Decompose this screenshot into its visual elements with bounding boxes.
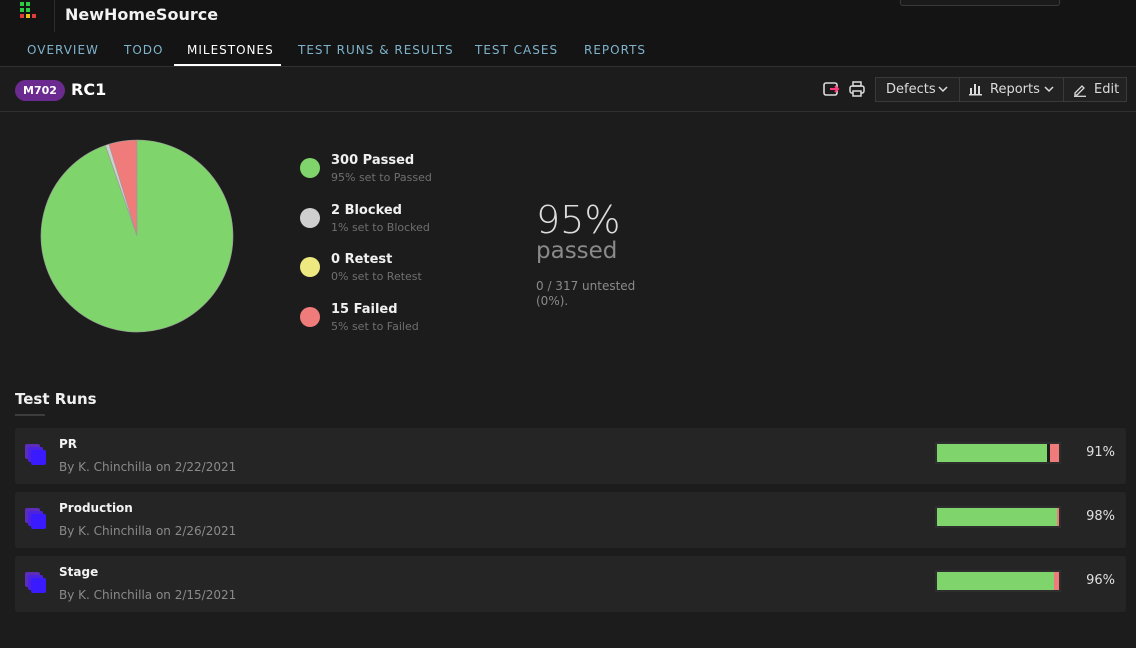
pencil-icon xyxy=(1074,85,1086,97)
milestone-actions: Defects Reports Edit xyxy=(875,77,1127,102)
active-tab-indicator xyxy=(174,64,281,66)
milestone-name: RC1 xyxy=(71,80,107,99)
main-nav: OVERVIEW TODO MILESTONES TEST RUNS & RES… xyxy=(0,32,1136,67)
print-icon[interactable] xyxy=(848,80,866,98)
heading-underline xyxy=(15,414,45,416)
test-run-name[interactable]: Stage xyxy=(59,565,98,579)
legend-title: 2 Blocked xyxy=(331,203,402,218)
legend-title: 0 Retest xyxy=(331,252,393,267)
test-run-icon xyxy=(25,572,47,594)
header-divider xyxy=(54,0,55,32)
top-bar: NewHomeSource xyxy=(0,0,1136,32)
bar-chart-icon xyxy=(969,84,982,96)
edit-button[interactable]: Edit xyxy=(1063,78,1126,101)
test-run-meta: By K. Chinchilla on 2/22/2021 xyxy=(59,460,237,474)
tab-test-runs-results[interactable]: TEST RUNS & RESULTS xyxy=(298,43,454,57)
test-run-progress-bar xyxy=(935,442,1061,464)
test-run-percent: 96% xyxy=(1086,573,1115,588)
failed-fill xyxy=(1050,444,1059,462)
tab-milestones[interactable]: MILESTONES xyxy=(187,43,274,57)
reports-dropdown[interactable]: Reports xyxy=(959,78,1063,101)
test-run-name[interactable]: PR xyxy=(59,437,77,451)
status-dot xyxy=(300,158,320,178)
test-run-row[interactable]: Production By K. Chinchilla on 2/26/2021… xyxy=(15,492,1126,548)
tab-todo[interactable]: TODO xyxy=(124,43,163,57)
edit-label: Edit xyxy=(1094,82,1120,97)
project-title[interactable]: NewHomeSource xyxy=(65,5,218,24)
tab-overview[interactable]: OVERVIEW xyxy=(27,43,99,57)
export-icon[interactable] xyxy=(822,80,840,98)
reports-label: Reports xyxy=(990,82,1040,97)
test-run-progress-bar xyxy=(935,570,1061,592)
passed-fill xyxy=(937,444,1047,462)
chevron-down-icon xyxy=(1044,86,1054,93)
test-run-progress-bar xyxy=(935,506,1061,528)
test-run-meta: By K. Chinchilla on 2/15/2021 xyxy=(59,588,237,602)
pie-slice-passed xyxy=(40,139,234,333)
failed-fill xyxy=(1054,572,1059,590)
test-runs-heading: Test Runs xyxy=(15,390,97,408)
defects-dropdown[interactable]: Defects xyxy=(876,78,959,101)
test-run-row[interactable]: PR By K. Chinchilla on 2/22/2021 91% xyxy=(15,428,1126,484)
passed-label: passed xyxy=(536,238,618,264)
legend-subtitle: 1% set to Blocked xyxy=(331,221,430,234)
test-run-percent: 91% xyxy=(1086,445,1115,460)
legend-subtitle: 95% set to Passed xyxy=(331,171,432,184)
tab-test-cases[interactable]: TEST CASES xyxy=(475,43,558,57)
test-run-name[interactable]: Production xyxy=(59,501,133,515)
test-run-icon xyxy=(25,508,47,530)
legend-subtitle: 5% set to Failed xyxy=(331,320,419,333)
test-run-icon xyxy=(25,444,47,466)
milestone-id-badge: M702 xyxy=(15,80,65,101)
passed-fill xyxy=(937,508,1057,526)
failed-fill xyxy=(1057,508,1059,526)
defects-label: Defects xyxy=(886,82,936,97)
tab-reports[interactable]: REPORTS xyxy=(584,43,646,57)
chevron-down-icon xyxy=(938,86,948,93)
status-dot xyxy=(300,208,320,228)
passed-fill xyxy=(937,572,1054,590)
test-run-row[interactable]: Stage By K. Chinchilla on 2/15/2021 96% xyxy=(15,556,1126,612)
status-pie-chart xyxy=(40,139,234,333)
legend-title: 300 Passed xyxy=(331,153,415,168)
milestone-header: M702 RC1 Defects Reports Edit xyxy=(0,67,1136,112)
search-input[interactable] xyxy=(900,0,1060,6)
passed-percentage: 95% xyxy=(536,198,621,242)
test-run-percent: 98% xyxy=(1086,509,1115,524)
test-run-meta: By K. Chinchilla on 2/26/2021 xyxy=(59,524,237,538)
untested-summary: 0 / 317 untested (0%). xyxy=(536,279,636,308)
legend-subtitle: 0% set to Retest xyxy=(331,270,422,283)
app-logo-icon[interactable] xyxy=(20,2,38,20)
status-dot xyxy=(300,257,320,277)
status-dot xyxy=(300,307,320,327)
legend-title: 15 Failed xyxy=(331,302,398,317)
